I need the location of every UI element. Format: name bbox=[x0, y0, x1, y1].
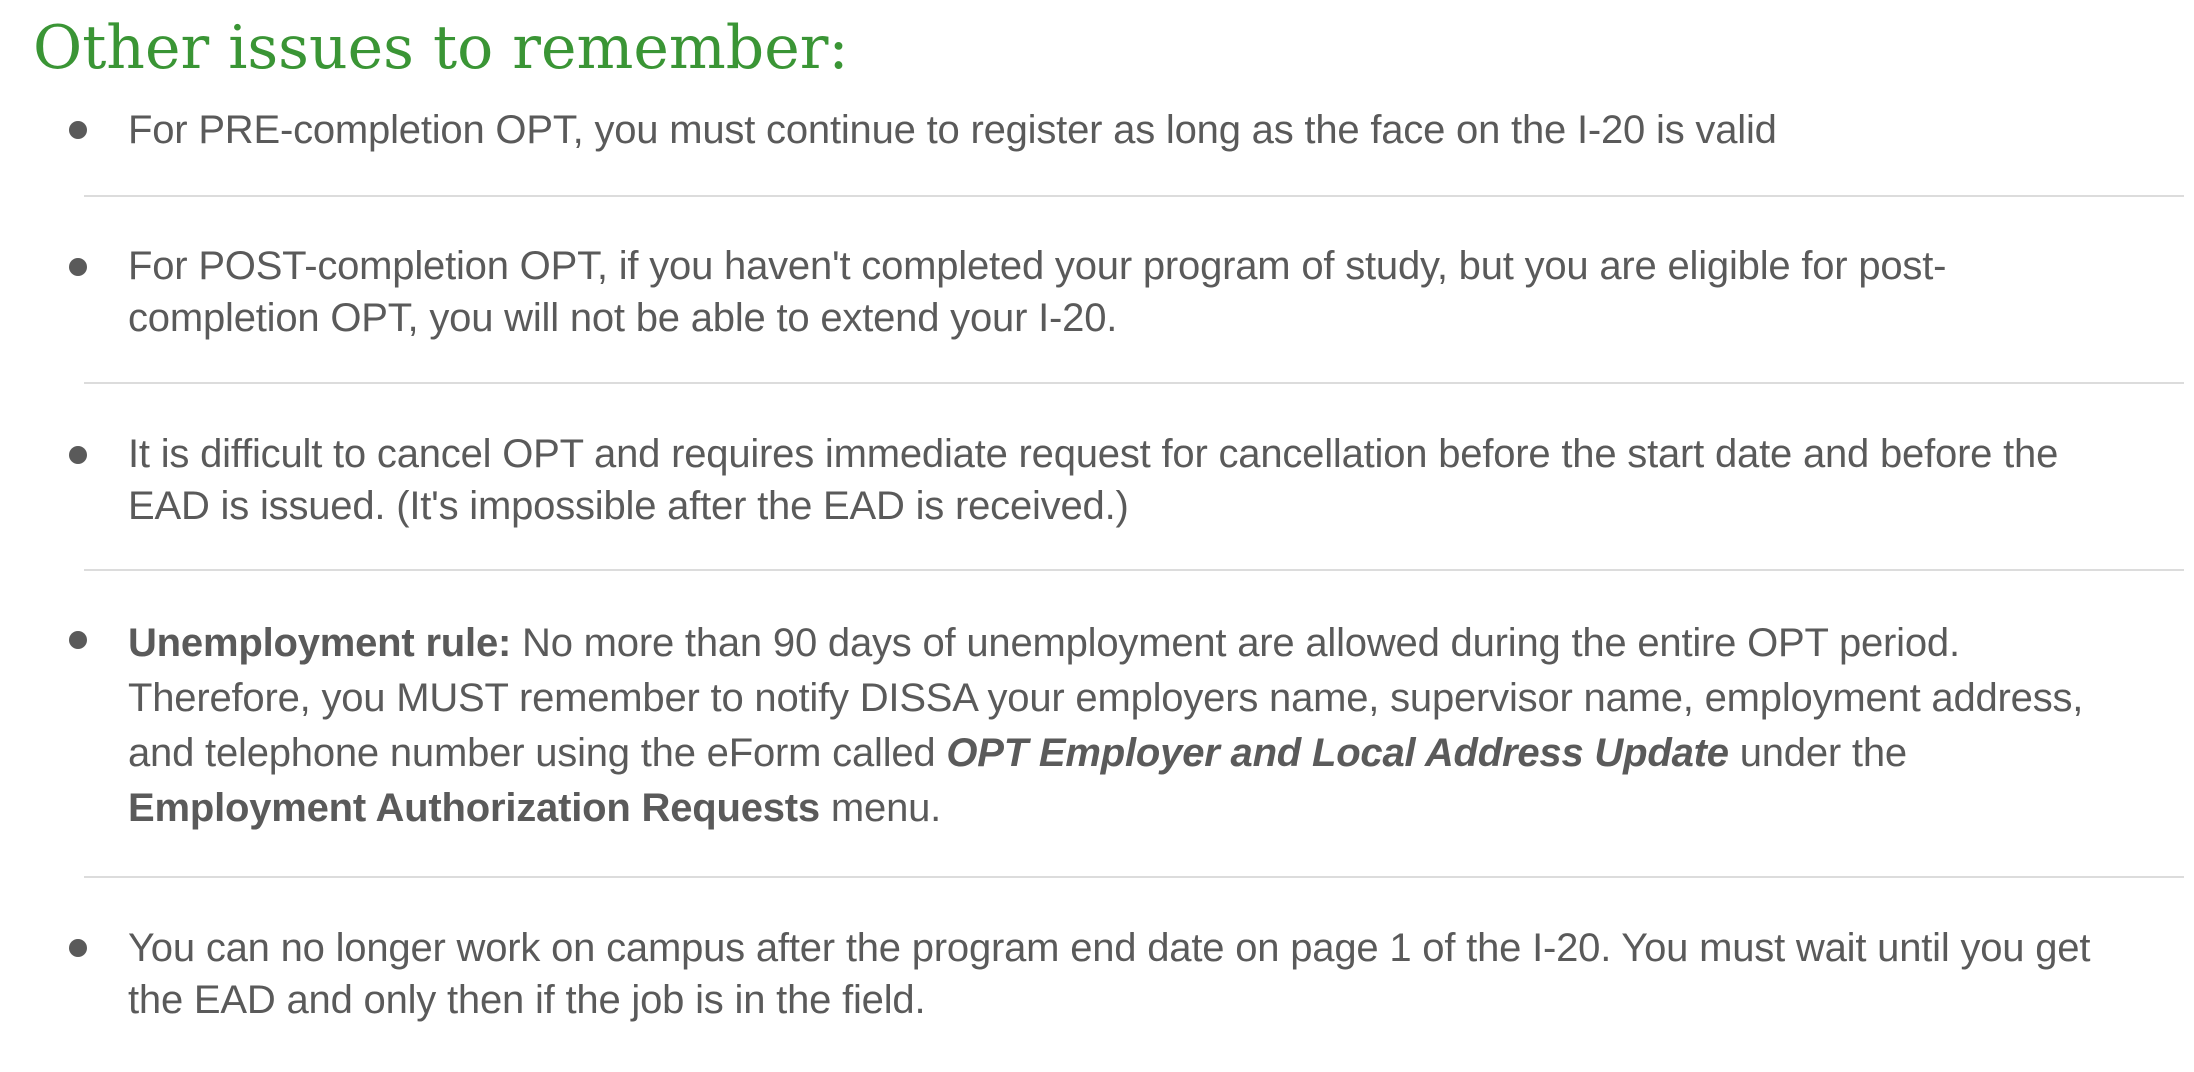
rule-text-end: menu. bbox=[819, 786, 942, 830]
item-text: For POST-completion OPT, if you haven't … bbox=[128, 244, 1947, 340]
divider bbox=[84, 876, 2184, 878]
bullet-icon bbox=[69, 446, 87, 464]
eform-name: OPT Employer and Local Address Update bbox=[946, 731, 1729, 775]
divider bbox=[84, 195, 2184, 197]
bullet-icon bbox=[69, 939, 87, 957]
item-text: For PRE-completion OPT, you must continu… bbox=[128, 108, 1777, 152]
rule-text-connector: under the bbox=[1728, 731, 1907, 775]
page-title: Other issues to remember: bbox=[33, 13, 849, 83]
item-text: Unemployment rule: No more than 90 days … bbox=[128, 616, 2128, 836]
divider bbox=[84, 382, 2184, 384]
bullet-icon bbox=[69, 258, 87, 276]
menu-name: Employment Authorization Requests bbox=[128, 786, 820, 830]
bullet-icon bbox=[69, 631, 87, 649]
rule-label: Unemployment rule: bbox=[128, 621, 512, 665]
page: Other issues to remember: For PRE-comple… bbox=[0, 0, 2194, 1072]
bullet-icon bbox=[69, 121, 87, 139]
item-text: It is difficult to cancel OPT and requir… bbox=[128, 432, 2059, 528]
divider bbox=[84, 569, 2184, 571]
item-text: You can no longer work on campus after t… bbox=[128, 926, 2091, 1022]
